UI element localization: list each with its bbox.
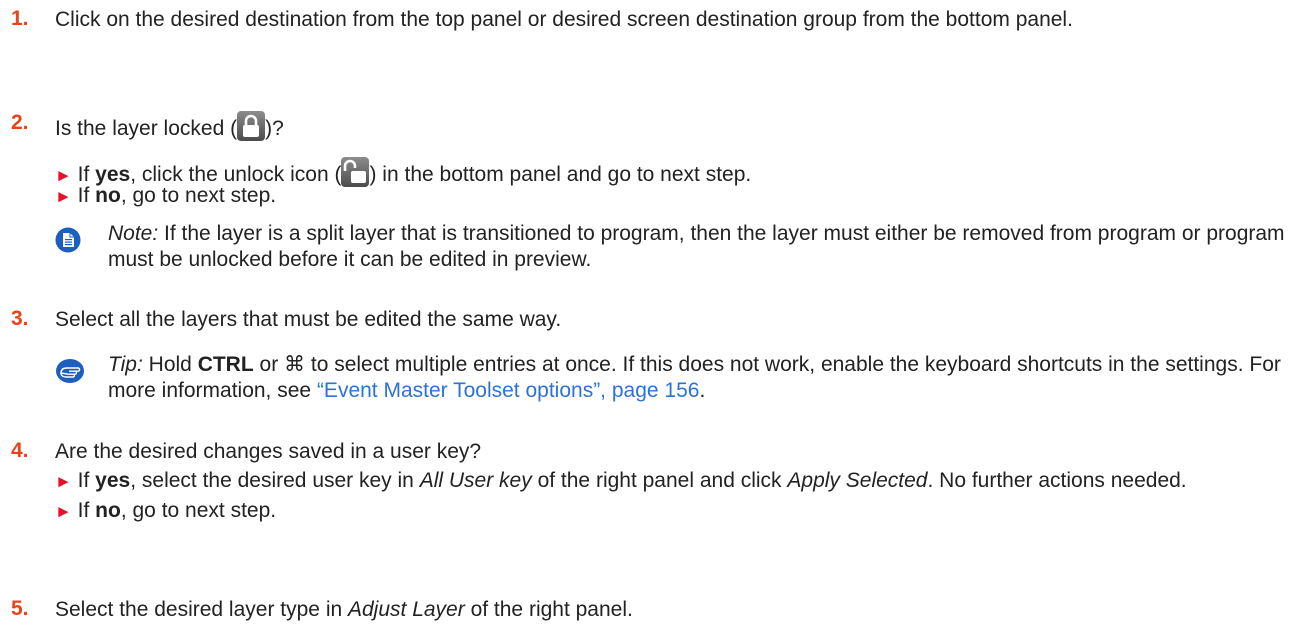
step-text-part: Select the desired layer type in	[55, 598, 348, 621]
step-text: Click on the desired destination from th…	[55, 8, 1073, 31]
step-number: 4.	[11, 439, 29, 462]
ui-term: Adjust Layer	[348, 598, 465, 621]
step-text-part: of the right panel.	[464, 598, 633, 621]
ui-term: All User key	[419, 469, 532, 492]
pointing-hand-icon	[55, 358, 85, 390]
bullet-text: of the right panel and click	[531, 469, 788, 492]
ui-term: Apply Selected	[787, 469, 928, 492]
tip-body: .	[699, 379, 706, 402]
bullet-yes: ► If yes, select the desired user key in…	[55, 468, 1273, 495]
note-document-icon	[55, 227, 81, 259]
bullet-text: , go to next step.	[120, 499, 277, 522]
bullet-arrow-icon: ►	[55, 472, 72, 491]
bullet-no: ► If no, go to next step.	[55, 498, 1273, 525]
note-label: Note:	[108, 222, 159, 245]
procedure-page: 1. Click on the desired destination from…	[0, 0, 1293, 631]
bullet-text: If	[71, 499, 96, 522]
bullet-arrow-icon: ►	[55, 502, 72, 521]
step-text: Select all the layers that must be edite…	[55, 308, 562, 331]
step-text: Are the desired changes saved in a user …	[55, 439, 1273, 525]
step-question: Are the desired changes saved in a user …	[55, 440, 482, 463]
step-number: 2.	[11, 111, 29, 134]
bullet-text: If	[71, 469, 96, 492]
tip-body: Hold	[142, 353, 198, 376]
tip-label: Tip:	[108, 353, 143, 376]
step-text-part: )?	[265, 117, 284, 140]
toolset-options-link[interactable]: “Event Master Toolset options”, page 156	[317, 379, 700, 402]
bullet-arrow-icon: ►	[55, 187, 72, 206]
step-number: 3.	[11, 307, 29, 330]
bullet-text: . No further actions needed.	[927, 469, 1187, 492]
bullet-keyword: no	[95, 184, 121, 207]
bullet-keyword: yes	[95, 469, 131, 492]
step-number: 5.	[11, 597, 29, 620]
bullet-text: , select the desired user key in	[130, 469, 420, 492]
tip-text: Tip: Hold CTRL or ⌘ to select multiple e…	[108, 352, 1293, 404]
note-body: If the layer is a split layer that is tr…	[108, 222, 1285, 271]
note-text: Note: If the layer is a split layer that…	[108, 221, 1293, 273]
step-text: Is the layer locked ()?	[55, 111, 1273, 142]
tip-key: CTRL	[197, 353, 254, 376]
bullet-keyword: no	[95, 499, 121, 522]
lock-icon	[237, 111, 266, 141]
step-text: Select the desired layer type in Adjust …	[55, 597, 1273, 623]
bullet-text: , go to next step.	[120, 184, 277, 207]
step-number: 1.	[11, 7, 29, 30]
bullet-text: If	[71, 184, 96, 207]
bullet-no: ► If no, go to next step.	[55, 183, 1293, 210]
step-text-part: Is the layer locked (	[55, 117, 238, 140]
